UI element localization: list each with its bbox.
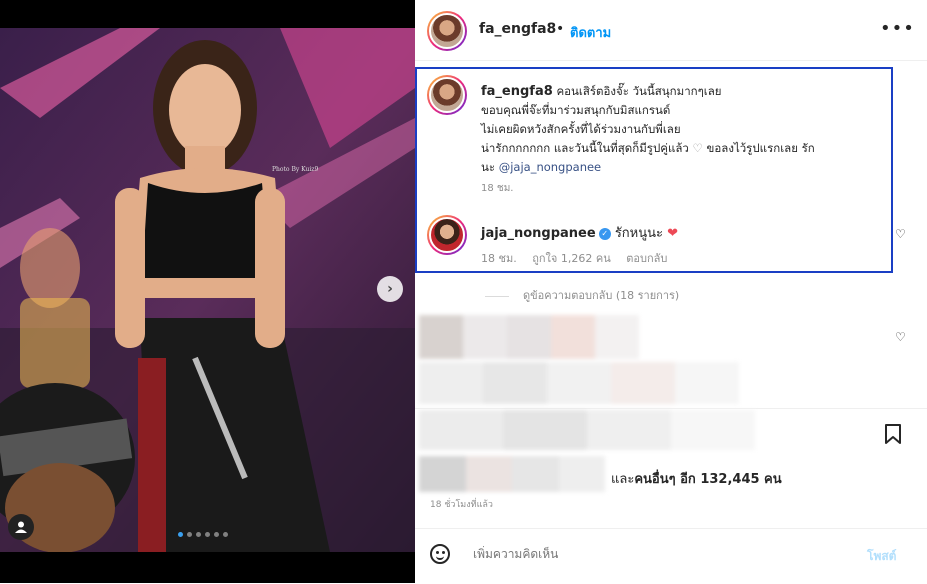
post-side-panel: fa_engfa8 • ติดตาม ••• fa_engfa8 คอนเสิร… bbox=[415, 0, 927, 583]
caption-line-1: คอนเสิร์ตอิงจั๊ะ วันนี้สนุกมากๆเลย bbox=[556, 84, 722, 98]
post-timestamp[interactable]: 18 ชั่วโมงที่แล้ว bbox=[430, 497, 493, 511]
comment-input[interactable] bbox=[471, 546, 835, 562]
reply-like-icon[interactable]: ♡ bbox=[895, 227, 906, 241]
verified-badge-icon: ✓ bbox=[598, 227, 611, 240]
follow-button[interactable]: ติดตาม bbox=[570, 22, 611, 43]
post-header: fa_engfa8 • ติดตาม ••• bbox=[415, 0, 927, 61]
caption-line-2: ขอบคุณพี่จ๊ะที่มาร่วมสนุกกับมิสแกรนด์ bbox=[481, 103, 671, 117]
reply-username[interactable]: jaja_nongpanee bbox=[481, 226, 596, 241]
comment-like-icon[interactable]: ♡ bbox=[895, 330, 906, 344]
carousel-dot bbox=[187, 532, 192, 537]
likes-prefix: และ bbox=[611, 472, 635, 487]
reply-button[interactable]: ตอบกลับ bbox=[626, 252, 667, 265]
red-heart-icon: ❤ bbox=[667, 226, 679, 241]
reply-likes[interactable]: ถูกใจ 1,262 คน bbox=[532, 252, 611, 265]
blurred-actions bbox=[419, 410, 755, 450]
caption-line-4-end: ขอลงไว้รูปแรกเลย รัก bbox=[706, 141, 815, 155]
likes-count[interactable]: และคนอื่นๆ อีก 132,445 คน bbox=[611, 468, 782, 489]
header-separator: • bbox=[556, 21, 565, 37]
caption-username[interactable]: fa_engfa8 bbox=[481, 84, 553, 99]
view-replies-label: ดูข้อความตอบกลับ (18 รายการ) bbox=[523, 289, 680, 302]
reply-timestamp[interactable]: 18 ชม. bbox=[481, 252, 517, 265]
caption-line-3: ไม่เคยผิดหวังสักครั้งที่ได้ร่วมงานกับพี่… bbox=[481, 122, 681, 136]
post-photo-area: Photo By Kuiz9 › bbox=[0, 0, 415, 583]
post-photo[interactable]: Photo By Kuiz9 bbox=[0, 28, 415, 552]
caption-timestamp[interactable]: 18 ชม. bbox=[481, 181, 513, 196]
author-username[interactable]: fa_engfa8 bbox=[479, 21, 556, 37]
caption-text: fa_engfa8 คอนเสิร์ตอิงจั๊ะ วันนี้สนุกมาก… bbox=[481, 82, 891, 177]
reply-text: jaja_nongpanee ✓ รักหนูนะ ❤ bbox=[481, 222, 678, 243]
carousel-dot bbox=[178, 532, 183, 537]
reply-message: รักหนูนะ bbox=[614, 226, 663, 241]
carousel-dot bbox=[196, 532, 201, 537]
tagged-users-button[interactable] bbox=[8, 514, 34, 540]
liker-avatars bbox=[419, 456, 605, 492]
caption-author-avatar[interactable] bbox=[427, 75, 467, 115]
caption-line-4: น่ารักกกกกกก และวันนี้ในที่สุดก็มีรูปคู่… bbox=[481, 141, 689, 155]
view-replies-button[interactable]: ดูข้อความตอบกลับ (18 รายการ) bbox=[485, 286, 679, 304]
reply-meta: 18 ชม. ถูกใจ 1,262 คน ตอบกลับ bbox=[481, 249, 679, 267]
carousel-dot bbox=[214, 532, 219, 537]
carousel-indicator bbox=[178, 532, 228, 537]
carousel-dot bbox=[223, 532, 228, 537]
photo-watermark: Photo By Kuiz9 bbox=[272, 166, 319, 173]
author-avatar[interactable] bbox=[427, 11, 467, 51]
reply-author-avatar[interactable] bbox=[427, 215, 467, 255]
comment-bar: โพสต์ bbox=[415, 528, 927, 584]
caption-line-5: นะ bbox=[481, 160, 496, 174]
mention-link[interactable]: @jaja_nongpanee bbox=[499, 160, 601, 174]
carousel-dot bbox=[205, 532, 210, 537]
blurred-comment bbox=[419, 362, 739, 404]
likes-bold: คนอื่นๆ อีก 132,445 คน bbox=[634, 472, 782, 487]
post-comment-button[interactable]: โพสต์ bbox=[867, 547, 896, 566]
more-horizontal-icon[interactable]: ••• bbox=[880, 18, 915, 39]
blurred-comment bbox=[419, 315, 639, 359]
next-photo-button[interactable]: › bbox=[377, 276, 403, 302]
emoji-icon[interactable] bbox=[430, 544, 450, 564]
chevron-right-icon: › bbox=[387, 281, 393, 297]
user-icon bbox=[15, 521, 27, 533]
heart-outline-icon: ♡ bbox=[692, 141, 703, 155]
bookmark-icon[interactable] bbox=[883, 423, 903, 445]
actions-divider bbox=[415, 408, 927, 409]
